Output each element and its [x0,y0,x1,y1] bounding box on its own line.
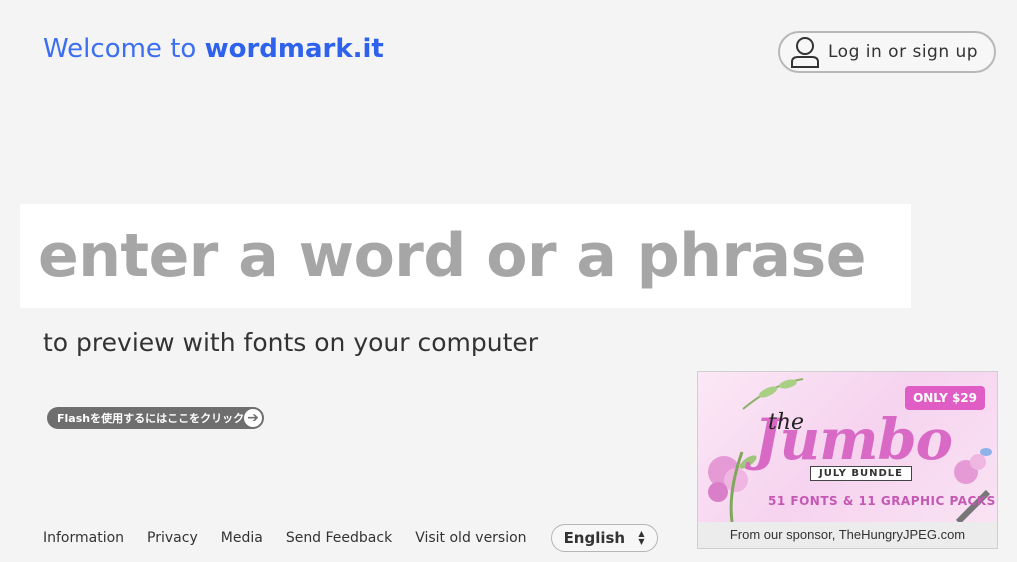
phrase-input-box[interactable] [20,204,911,308]
updown-arrows-icon: ▲ ▼ [638,529,645,546]
subtitle: to preview with fonts on your computer [43,328,539,357]
login-button[interactable]: Log in or sign up [778,31,996,73]
ad-subtitle: JULY BUNDLE [810,466,912,481]
footer-link-information[interactable]: Information [43,530,124,546]
welcome-prefix: Welcome to [43,34,205,64]
sponsor-banner[interactable]: ONLY $29 Jumbo the JULY BUNDLE 51 FONTS … [698,372,997,522]
footer-link-privacy[interactable]: Privacy [147,530,198,546]
footer-link-media[interactable]: Media [221,530,263,546]
sponsor-caption[interactable]: From our sponsor, TheHungryJPEG.com [698,522,997,548]
language-value: English [563,529,626,547]
footer-link-visit-old-version[interactable]: Visit old version [415,530,526,546]
footer: Information Privacy Media Send Feedback … [43,524,658,552]
login-label: Log in or sign up [828,42,979,62]
phrase-input[interactable] [38,221,911,291]
welcome-title: Welcome to wordmark.it [43,34,384,64]
language-select[interactable]: English ▲ ▼ [550,524,658,552]
user-icon [791,37,819,68]
flower-left-icon [708,451,757,522]
brand-name[interactable]: wordmark.it [205,34,384,64]
ad-description: 51 FONTS & 11 GRAPHIC PACKS [768,494,996,508]
sponsor-ad[interactable]: ONLY $29 Jumbo the JULY BUNDLE 51 FONTS … [697,371,998,549]
arrow-right-icon: ➔ [244,409,262,427]
footer-link-send-feedback[interactable]: Send Feedback [286,530,392,546]
flash-label: Flashを使用するにはここをクリック [57,412,245,425]
flash-enable-button[interactable]: Flashを使用するにはここをクリック ➔ [47,407,264,429]
ad-title-small: the [768,410,805,435]
